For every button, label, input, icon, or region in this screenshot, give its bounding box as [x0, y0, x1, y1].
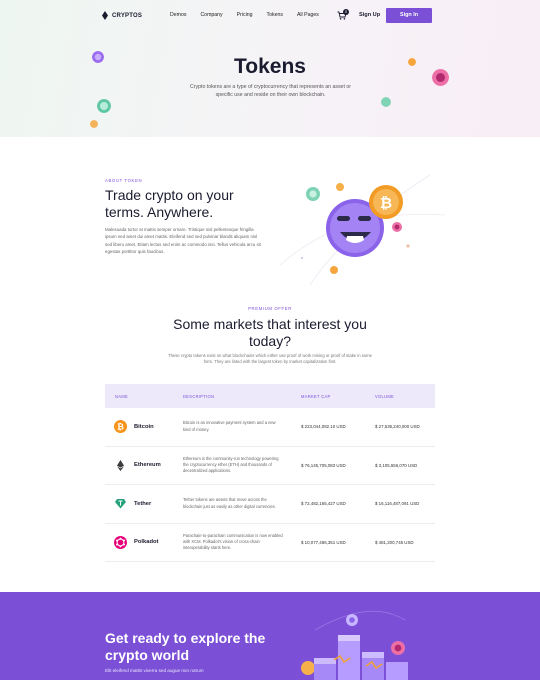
menu-item-demos[interactable]: Demos [170, 12, 186, 18]
cta-text: Elit eleifend mattis viverra sed augue n… [105, 668, 204, 673]
polkadot-icon [114, 535, 127, 549]
column-header-name: NAME [115, 393, 129, 399]
token-market-cap: $ 72,482,165,427 USD [301, 501, 346, 507]
token-description: Ethereum is the community-run technology… [183, 455, 279, 474]
cta-title: Get ready to explore the crypto world [105, 630, 266, 663]
token-name[interactable]: Ethereum [134, 462, 161, 468]
sign-in-button[interactable]: Sign In [386, 8, 432, 23]
about-title: Trade crypto on your terms. Anywhere. [105, 187, 234, 220]
sign-up-link[interactable]: Sign Up [359, 12, 380, 18]
ethereum-icon [114, 458, 127, 472]
polkadot-coin-icon [432, 69, 449, 86]
bitcoin-coin-icon [90, 120, 98, 128]
bitcoin-icon: ₿ [114, 420, 127, 434]
table-row[interactable]: ₿ Bitcoin Bitcoin is an innovative payme… [105, 408, 435, 447]
cart-count-badge: 0 [343, 9, 349, 15]
token-volume: $ 3,105,556,070 USD [375, 462, 418, 468]
token-volume: $ 16,116,487,091 USD [375, 501, 420, 507]
smiling-coin-illustration: ₿ [279, 174, 446, 286]
main-menu: Demos Company Pricing Tokens All Pages [170, 12, 319, 18]
markets-description: These crypto tokens exist on what blockc… [168, 353, 372, 365]
diamond-logo-icon [102, 11, 108, 20]
top-navigation: CRYPTOS Demos Company Pricing Tokens All… [0, 0, 540, 32]
cta-section: Get ready to explore the crypto world El… [0, 592, 540, 680]
hero-description: Crypto tokens are a type of cryptocurren… [190, 84, 351, 98]
tether-coin-icon [97, 99, 111, 113]
token-market-cap: $ 223,044,082.10 USD [301, 424, 346, 430]
about-eyebrow: ABOUT TOKEN [105, 178, 143, 183]
token-market-cap: $ 10,077,486,351 USD [301, 539, 346, 545]
about-text: Malesuada tortor at mattis semper ornare… [105, 227, 261, 255]
token-volume: $ 481,200,745 USD [375, 539, 414, 545]
token-volume: $ 27,536,240,000 USD [375, 424, 420, 430]
token-description: Bitcoin is an innovative payment system … [183, 420, 276, 432]
token-market-cap: $ 76,145,705,083 USD [301, 462, 346, 468]
markets-eyebrow: PREMIUM OFFER [248, 306, 292, 311]
column-header-volume: VOLUME [375, 393, 395, 399]
table-row[interactable]: Tether Tether tokens are assets that mov… [105, 485, 435, 524]
token-description: Parachain-to-parachain communication is … [183, 532, 283, 551]
small-bitcoin-coin-icon [408, 58, 416, 66]
column-header-market-cap: MARKET CAP [301, 393, 331, 399]
token-name[interactable]: Tether [134, 501, 151, 507]
menu-item-all-pages[interactable]: All Pages [297, 12, 319, 18]
markets-title: Some markets that interest you today? [173, 316, 367, 349]
page-title: Tokens [234, 55, 306, 78]
markets-table: NAME DESCRIPTION MARKET CAP VOLUME ₿ Bit… [105, 384, 435, 562]
menu-item-pricing[interactable]: Pricing [237, 12, 253, 18]
token-name[interactable]: Polkadot [134, 539, 158, 545]
column-header-description: DESCRIPTION [183, 393, 215, 399]
small-tether-coin-icon [381, 97, 391, 107]
svg-text:₿: ₿ [380, 194, 392, 212]
menu-item-tokens[interactable]: Tokens [267, 12, 283, 18]
table-row[interactable]: Ethereum Ethereum is the community-run t… [105, 447, 435, 485]
token-name[interactable]: Bitcoin [134, 424, 154, 430]
tether-icon [114, 497, 127, 511]
svg-text:₿: ₿ [117, 422, 124, 433]
menu-item-company[interactable]: Company [200, 12, 222, 18]
table-header: NAME DESCRIPTION MARKET CAP VOLUME [105, 384, 435, 408]
crypto-blocks-illustration [301, 610, 408, 680]
polygon-coin-icon [92, 51, 104, 63]
token-description: Tether tokens are assets that move acros… [183, 497, 276, 509]
hero-section: CRYPTOS Demos Company Pricing Tokens All… [0, 0, 540, 137]
brand-name: CRYPTOS [112, 12, 143, 19]
brand-logo[interactable]: CRYPTOS [102, 11, 142, 20]
table-row[interactable]: Polkadot Parachain-to-parachain communic… [105, 524, 435, 562]
